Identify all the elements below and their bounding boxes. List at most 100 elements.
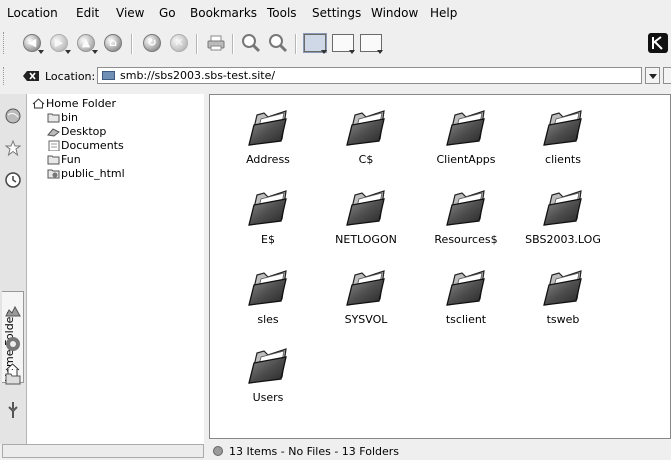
zoom-out-button[interactable]	[265, 31, 291, 55]
stop-icon: ✕	[170, 34, 188, 52]
zoom-out-icon	[269, 34, 288, 53]
kde-logo-icon	[648, 33, 668, 53]
folder-label: SBS2003.LOG	[525, 233, 601, 246]
folder-label: clients	[545, 153, 581, 166]
main-toolbar: ◀ ▶ ▲ ⌂ ↻ ✕	[0, 26, 671, 60]
sidebar-status	[2, 444, 204, 458]
folder-icon	[5, 373, 21, 385]
folder-item[interactable]: tsclient	[416, 267, 516, 331]
reload-button[interactable]: ↻	[139, 31, 165, 55]
folder-item[interactable]: Address	[218, 107, 318, 171]
menu-settings[interactable]: Settings	[312, 6, 361, 20]
stop-button[interactable]: ✕	[166, 31, 192, 55]
folder-item[interactable]: Resources$	[416, 187, 516, 251]
location-value: smb://sbs2003.sbs-test.site/	[120, 69, 276, 82]
folder-label: NETLOGON	[335, 233, 397, 246]
folder-item[interactable]: ClientApps	[416, 107, 516, 171]
menu-help[interactable]: Help	[430, 6, 457, 20]
menu-location[interactable]: Location	[7, 6, 58, 20]
folder-icon	[47, 155, 60, 164]
home-button[interactable]: ⌂	[100, 31, 126, 55]
root-folder-tab[interactable]	[4, 368, 22, 388]
services-tab[interactable]	[4, 334, 22, 354]
folder-item[interactable]: tsweb	[513, 267, 613, 331]
toolbar-separator	[295, 34, 297, 54]
tree-item-label: Home Folder	[46, 96, 116, 110]
desktop-icon	[47, 127, 60, 137]
folder-icon	[444, 267, 488, 309]
location-input[interactable]: smb://sbs2003.sbs-test.site/	[97, 67, 642, 84]
up-button[interactable]: ▲	[73, 31, 99, 55]
folder-icon	[246, 107, 290, 149]
folder-item[interactable]: SBS2003.LOG	[513, 187, 613, 251]
folder-item[interactable]: clients	[513, 107, 613, 171]
menu-window[interactable]: Window	[371, 6, 418, 20]
history-tab[interactable]	[4, 170, 22, 190]
detailed-view-button[interactable]	[330, 31, 356, 55]
clear-location-icon[interactable]	[22, 70, 40, 82]
menu-edit[interactable]: Edit	[76, 6, 99, 20]
folder-item[interactable]: NETLOGON	[316, 187, 416, 251]
go-button[interactable]	[663, 67, 671, 84]
menu-bookmarks[interactable]: Bookmarks	[190, 6, 257, 20]
location-dropdown-button[interactable]	[645, 67, 660, 84]
kde-logo-button[interactable]	[645, 31, 671, 55]
menu-tools[interactable]: Tools	[267, 6, 297, 20]
tree-item-public-html[interactable]: public_html	[47, 166, 125, 180]
preview-view-button[interactable]	[358, 31, 384, 55]
tree-item-label: Desktop	[61, 124, 107, 138]
folder-icon	[541, 107, 585, 149]
tree-item-label: public_html	[61, 166, 125, 180]
back-button[interactable]: ◀	[19, 31, 45, 55]
print-button[interactable]	[203, 31, 229, 55]
location-label: Location:	[45, 70, 96, 83]
home-icon	[32, 97, 45, 108]
tree-item-desktop[interactable]: Desktop	[47, 124, 106, 138]
folder-label: SYSVOL	[344, 313, 388, 326]
bookmarks-tab[interactable]	[4, 106, 22, 126]
toolbar-separator	[232, 34, 234, 54]
status-indicator-icon	[213, 446, 223, 456]
tree-item-bin[interactable]: bin	[47, 110, 78, 124]
devices-tab[interactable]	[4, 400, 22, 420]
star-icon	[5, 140, 21, 156]
folder-label: Address	[246, 153, 290, 166]
folder-icon	[344, 187, 388, 229]
tree-item-fun[interactable]: Fun	[47, 152, 81, 166]
folder-icon	[444, 107, 488, 149]
globe-icon	[5, 108, 21, 124]
folder-label: C$	[358, 153, 374, 166]
menu-go[interactable]: Go	[159, 6, 176, 20]
forward-button[interactable]: ▶	[46, 31, 72, 55]
print-icon	[207, 35, 225, 51]
location-toolbar: Location: smb://sbs2003.sbs-test.site/	[0, 62, 671, 90]
folder-item[interactable]: SYSVOL	[316, 267, 416, 331]
folder-icon	[444, 187, 488, 229]
tree-item-documents[interactable]: Documents	[47, 138, 124, 152]
folder-item[interactable]: E$	[218, 187, 318, 251]
status-bar: 13 Items - No Files - 13 Folders	[209, 441, 671, 460]
folder-item[interactable]: Users	[218, 345, 318, 409]
navigation-panel-tabs: Home Folder	[0, 94, 27, 444]
toolbar-grip[interactable]	[3, 32, 7, 54]
tree-item-home[interactable]: Home Folder	[32, 96, 116, 110]
menu-view[interactable]: View	[116, 6, 144, 20]
web-folder-icon	[47, 169, 60, 178]
status-text: 13 Items - No Files - 13 Folders	[229, 445, 400, 458]
icon-view-button[interactable]	[302, 31, 328, 55]
toolbar-grip[interactable]	[3, 67, 7, 85]
folder-label: tsclient	[445, 313, 487, 326]
file-icon-view: Address C$ ClientApps clients E$ NETLOGON Reso…	[209, 94, 671, 439]
folder-label: E$	[261, 233, 275, 246]
toolbar-separator	[196, 34, 198, 54]
folder-item[interactable]: C$	[316, 107, 416, 171]
folder-item[interactable]: sles	[218, 267, 318, 331]
folder-icon	[541, 267, 585, 309]
folder-icon	[246, 345, 290, 387]
network-icon	[102, 71, 115, 80]
zoom-in-button[interactable]	[238, 31, 264, 55]
network-tab[interactable]	[4, 301, 22, 321]
folder-icon	[246, 267, 290, 309]
favorites-tab[interactable]	[4, 138, 22, 158]
folder-icon	[47, 113, 60, 122]
